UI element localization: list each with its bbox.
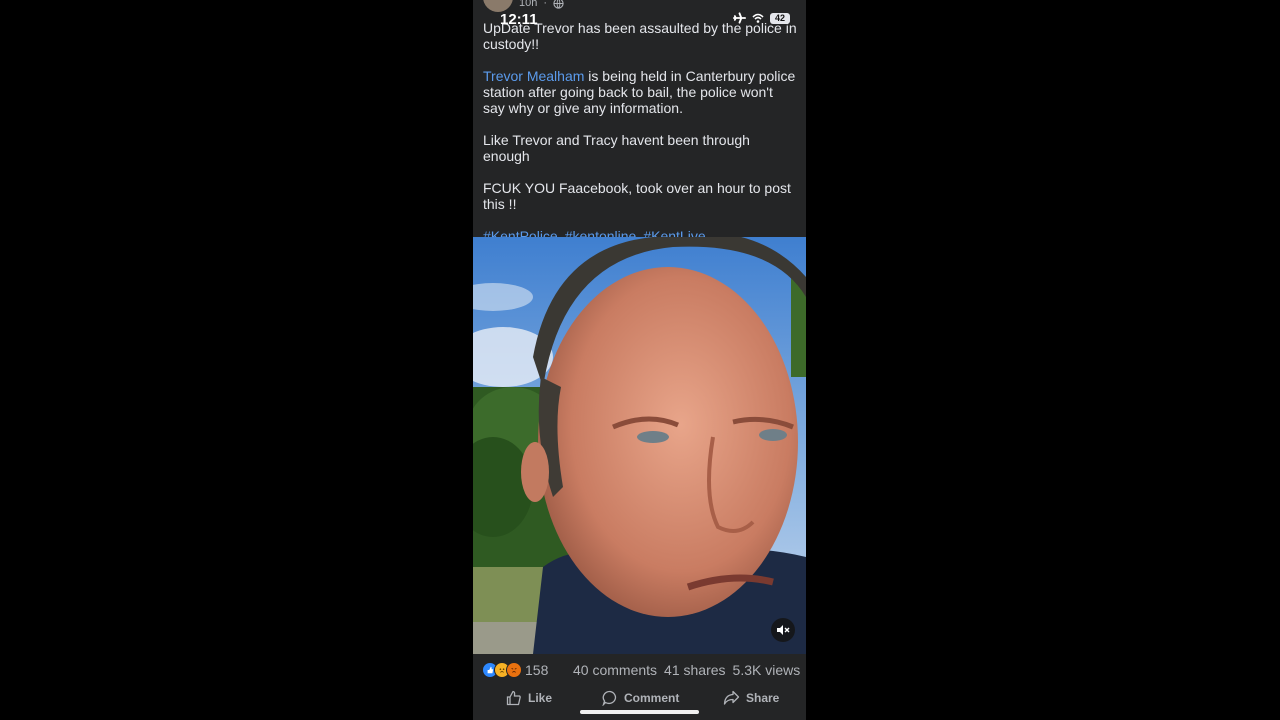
angry-reaction-icon [506, 662, 522, 678]
comment-button[interactable]: Comment [602, 690, 679, 706]
like-label: Like [528, 691, 553, 705]
status-time: 12:11 [500, 11, 538, 28]
post-body: UpDate Trevor has been assaulted by the … [483, 20, 798, 244]
paragraph-text: FCUK YOU Faacebook, took over an hour to… [483, 180, 791, 212]
views-count: 5.3K views [732, 662, 801, 678]
shares-count[interactable]: 41 shares [664, 662, 725, 678]
phone-screen: 10h · 12:11 42 UpDate Trevor has been as… [473, 0, 806, 720]
stats-counts: 40 comments 41 shares 5.3K views [573, 662, 800, 678]
speaker-muted-icon [777, 625, 790, 635]
video-player[interactable] [473, 237, 806, 654]
action-bar: Like Comment Share [473, 686, 806, 712]
airplane-icon [733, 12, 746, 24]
mute-button[interactable] [771, 618, 795, 642]
share-button[interactable]: Share [723, 690, 779, 706]
status-icons: 42 [733, 12, 790, 24]
share-icon [723, 690, 740, 705]
status-bar: 12:11 42 [473, 0, 806, 30]
post-paragraph: FCUK YOU Faacebook, took over an hour to… [483, 180, 798, 212]
mention-link[interactable]: Trevor Mealham [483, 68, 584, 84]
thumbs-up-icon [506, 690, 521, 706]
paragraph-text: Like Trevor and Tracy havent been throug… [483, 132, 750, 164]
share-label: Share [746, 691, 780, 705]
comment-label: Comment [624, 691, 680, 705]
reaction-icons[interactable] [482, 662, 522, 678]
home-indicator[interactable] [580, 710, 699, 714]
battery-indicator: 42 [770, 12, 790, 24]
post-paragraph: Like Trevor and Tracy havent been throug… [483, 132, 798, 164]
wifi-icon [752, 13, 764, 23]
like-button[interactable]: Like [506, 690, 552, 706]
post-paragraph: Trevor Mealham is being held in Canterbu… [483, 68, 798, 116]
reaction-count[interactable]: 158 [525, 662, 548, 678]
engagement-stats: 158 40 comments 41 shares 5.3K views [473, 660, 806, 680]
comments-count[interactable]: 40 comments [573, 662, 657, 678]
comment-icon [602, 690, 617, 706]
video-frame [473, 237, 806, 654]
